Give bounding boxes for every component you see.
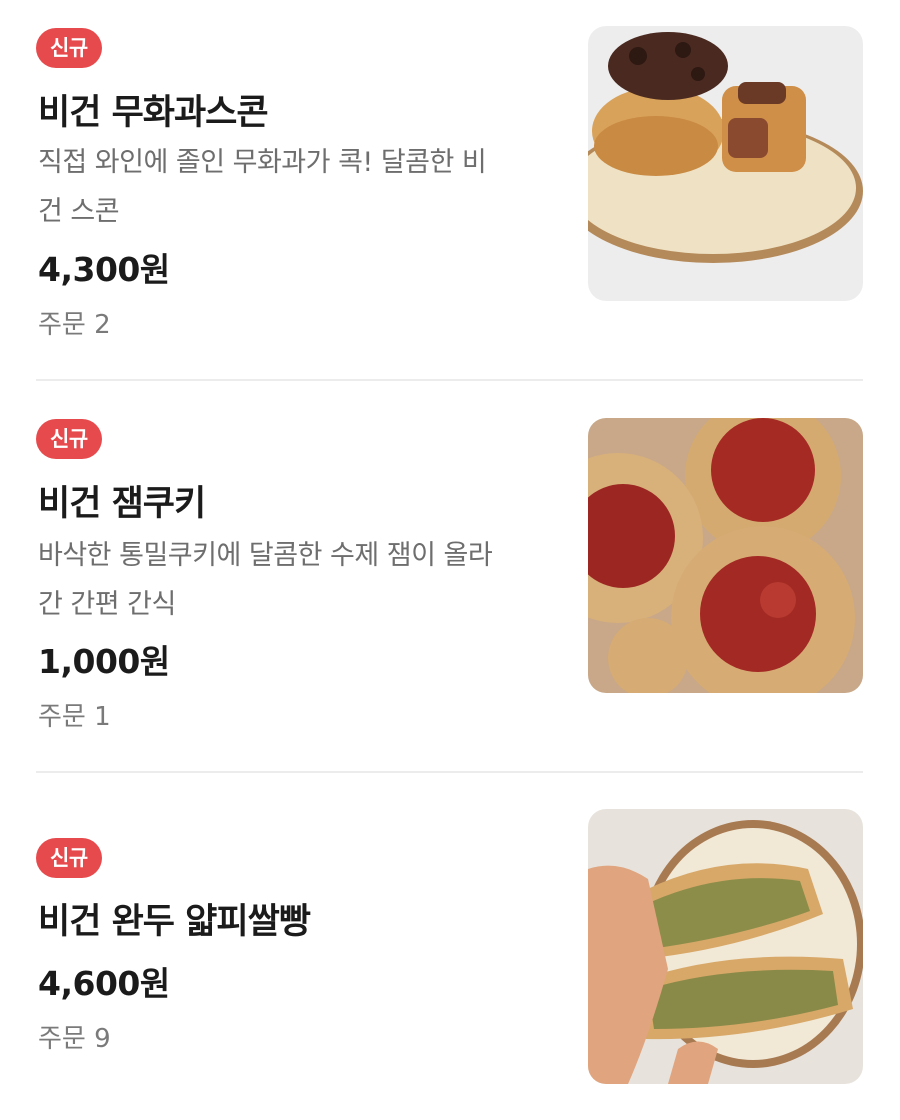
menu-item-pea-rice-bread[interactable]: 신규 비건 완두 얇피쌀빵 4,600원 주문 9 <box>0 773 900 1120</box>
item-description-line: 건 스콘 <box>38 196 120 227</box>
menu-item-jam-cookie[interactable]: 신규 비건 잼쿠키 바삭한 통밀쿠키에 달콤한 수제 잼이 올라 간 간편 간식… <box>0 381 900 771</box>
item-name: 비건 무화과스콘 <box>38 93 269 133</box>
item-description-line: 간 간편 간식 <box>38 589 176 620</box>
item-price: 1,000원 <box>38 642 170 681</box>
order-count: 주문 2 <box>38 310 111 340</box>
item-price: 4,300원 <box>38 250 170 289</box>
new-badge: 신규 <box>36 419 102 459</box>
order-count: 주문 9 <box>38 1024 111 1054</box>
jam-cookie-photo[interactable] <box>588 418 863 693</box>
item-description-line: 바삭한 통밀쿠키에 달콤한 수제 잼이 올라 <box>38 540 493 571</box>
scone-photo[interactable] <box>588 26 863 301</box>
order-count: 주문 1 <box>38 702 111 732</box>
item-description: 직접 와인에 졸인 무화과가 콕! 달콤한 비 건 스콘 <box>38 138 548 236</box>
item-description-line: 직접 와인에 졸인 무화과가 콕! 달콤한 비 <box>38 147 487 178</box>
pea-rice-bread-photo[interactable] <box>588 809 863 1084</box>
item-description: 바삭한 통밀쿠키에 달콤한 수제 잼이 올라 간 간편 간식 <box>38 531 548 629</box>
item-price: 4,600원 <box>38 964 170 1003</box>
new-badge: 신규 <box>36 838 102 878</box>
menu-item-fig-scone[interactable]: 신규 비건 무화과스콘 직접 와인에 졸인 무화과가 콕! 달콤한 비 건 스콘… <box>0 0 900 380</box>
new-badge: 신규 <box>36 28 102 68</box>
item-name: 비건 잼쿠키 <box>38 484 206 524</box>
item-name: 비건 완두 얇피쌀빵 <box>38 902 311 942</box>
